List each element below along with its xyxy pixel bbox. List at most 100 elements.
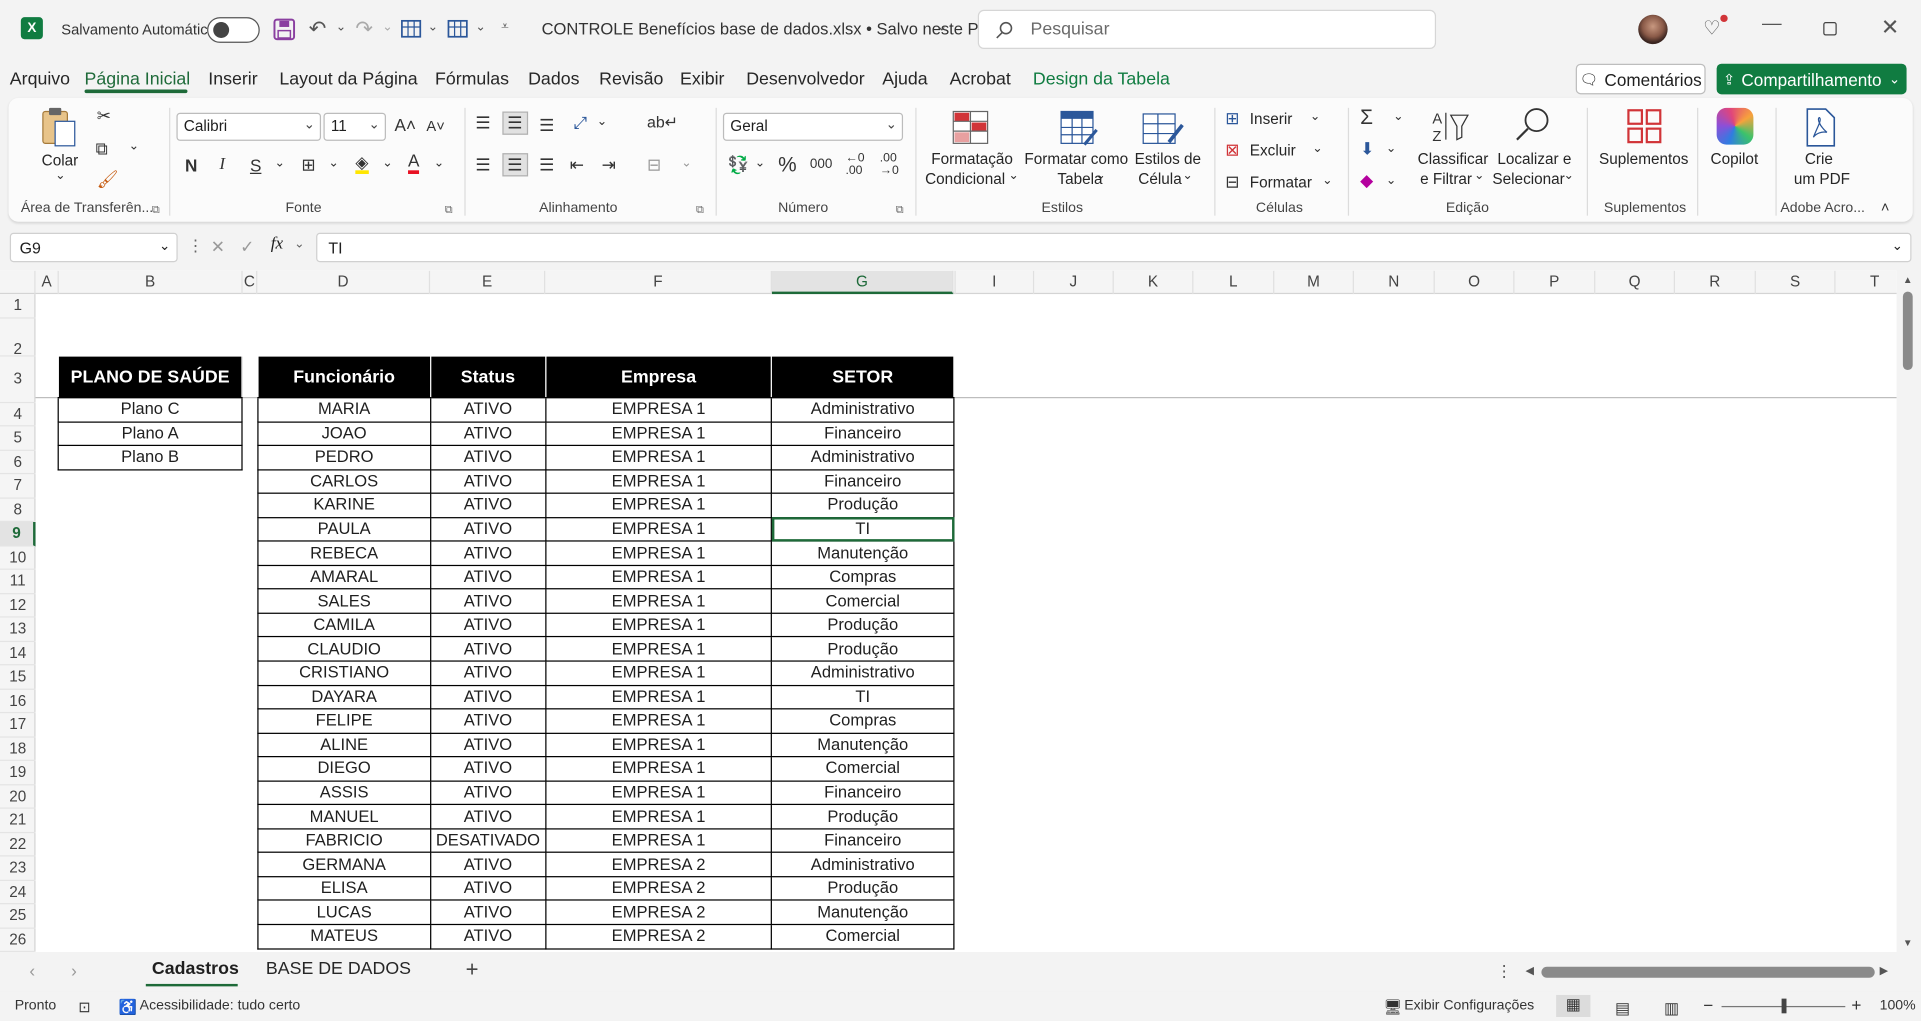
employee-company-cell[interactable]: EMPRESA 1 <box>544 828 773 854</box>
employee-company-cell[interactable]: EMPRESA 1 <box>544 612 773 638</box>
employee-status-cell[interactable]: ATIVO <box>429 516 547 542</box>
employee-status-cell[interactable]: ATIVO <box>429 899 547 926</box>
close-icon[interactable]: ✕ <box>1881 15 1899 41</box>
zoom-level[interactable]: 100% <box>1880 999 1916 1014</box>
employee-name-cell[interactable]: GERMANA <box>257 852 431 878</box>
employee-name-cell[interactable]: FELIPE <box>257 708 431 734</box>
menu-layout[interactable]: Layout da Página <box>279 70 417 90</box>
row-header[interactable]: 14 <box>0 641 36 666</box>
fill-down-chevron-icon[interactable]: ⌄ <box>1386 142 1396 155</box>
employee-company-cell[interactable]: EMPRESA 1 <box>544 588 773 614</box>
column-header-d[interactable]: D <box>257 270 431 295</box>
display-settings[interactable]: Exibir Configurações <box>1404 999 1534 1014</box>
employee-company-cell[interactable]: EMPRESA 1 <box>544 708 773 734</box>
conditional-format-icon[interactable] <box>952 110 989 144</box>
employee-company-cell[interactable]: EMPRESA 1 <box>544 492 773 518</box>
column-header-o[interactable]: O <box>1435 270 1515 295</box>
zoom-out-icon[interactable]: − <box>1703 995 1713 1015</box>
column-header-t[interactable]: T <box>1835 271 1896 294</box>
employee-sector-cell[interactable]: Manutenção <box>771 732 955 758</box>
employee-status-cell[interactable]: ATIVO <box>429 636 547 662</box>
number-format-select[interactable]: Geral ⌄ <box>722 112 904 141</box>
worksheet-grid[interactable]: A B C D E F G H I J K L M N O P Q R S T … <box>0 270 1897 953</box>
page-break-view-icon[interactable]: ▥ <box>1664 999 1679 1019</box>
format-cells-label[interactable]: Formatar <box>1250 173 1312 193</box>
format-painter-icon[interactable]: 🖌 <box>97 169 119 190</box>
row-header[interactable]: 18 <box>0 737 36 761</box>
accounting-icon[interactable]: 💱 <box>728 154 749 175</box>
lightbulb-icon[interactable]: ♡ <box>1703 16 1721 41</box>
cell-styles-label-2[interactable]: Célula <box>1138 169 1181 189</box>
create-pdf-icon[interactable] <box>1805 108 1837 147</box>
employee-sector-cell[interactable]: Manutenção <box>771 899 955 926</box>
copy-icon[interactable]: ⧉ <box>96 138 108 159</box>
row-header[interactable]: 19 <box>0 761 36 785</box>
employee-status-cell[interactable]: ATIVO <box>429 420 547 447</box>
employee-sector-cell[interactable]: TI <box>771 684 955 710</box>
fill-color-icon[interactable]: ◈ <box>355 153 369 174</box>
insert-cells-label[interactable]: Inserir <box>1250 109 1293 129</box>
employee-company-cell[interactable]: EMPRESA 2 <box>544 923 773 950</box>
table-format-quick-icon[interactable] <box>401 18 423 40</box>
employee-status-cell[interactable]: DESATIVADO <box>429 828 547 854</box>
orientation-chevron-icon[interactable]: ⌄ <box>597 115 607 128</box>
redo-icon[interactable]: ↷ <box>355 17 372 42</box>
column-header-k[interactable]: K <box>1114 270 1194 295</box>
menu-dados[interactable]: Dados <box>528 70 579 90</box>
tab-prev-icon[interactable]: ‹ <box>29 961 35 981</box>
employee-sector-cell[interactable]: Financeiro <box>771 828 955 854</box>
employee-status-cell[interactable]: ATIVO <box>429 588 547 614</box>
plan-cell[interactable]: Plano C <box>57 397 243 423</box>
employee-status-cell[interactable]: ATIVO <box>429 852 547 878</box>
align-middle-icon[interactable]: ☰ <box>502 111 528 135</box>
employee-sector-cell[interactable]: Produção <box>771 876 955 902</box>
header-setor[interactable]: SETOR <box>771 355 955 399</box>
employee-name-cell[interactable]: MATEUS <box>257 923 431 950</box>
employee-name-cell[interactable]: JOAO <box>257 420 431 447</box>
employee-status-cell[interactable]: ATIVO <box>429 684 547 710</box>
table-quick-icon-2[interactable] <box>447 18 469 40</box>
paste-chevron-icon[interactable]: ⌄ <box>55 169 65 182</box>
employee-name-cell[interactable]: ASSIS <box>257 780 431 806</box>
column-header-r[interactable]: R <box>1675 270 1756 295</box>
autosave-toggle[interactable] <box>207 17 260 43</box>
employee-status-cell[interactable]: ATIVO <box>429 756 547 782</box>
addins-label[interactable]: Suplementos <box>1599 149 1688 169</box>
employee-status-cell[interactable]: ATIVO <box>429 804 547 830</box>
paste-label[interactable]: Colar <box>42 151 79 171</box>
decrease-font-icon[interactable]: A˅ <box>426 118 444 135</box>
employee-company-cell[interactable]: EMPRESA 1 <box>544 636 773 662</box>
autosum-chevron-icon[interactable]: ⌄ <box>1393 110 1403 123</box>
plan-header[interactable]: PLANO DE SAÚDE <box>57 355 243 399</box>
employee-status-cell[interactable]: ATIVO <box>429 468 547 495</box>
employee-status-cell[interactable]: ATIVO <box>429 780 547 806</box>
row-header[interactable]: 22 <box>0 833 36 857</box>
tab-options-icon[interactable]: ⋮ <box>1496 962 1512 982</box>
employee-sector-cell[interactable]: Produção <box>771 612 955 638</box>
row-header[interactable]: 24 <box>0 880 36 905</box>
employee-company-cell[interactable]: EMPRESA 1 <box>544 780 773 806</box>
fill-chevron-icon[interactable]: ⌄ <box>382 157 392 170</box>
employee-status-cell[interactable]: ATIVO <box>429 612 547 638</box>
borders-chevron-icon[interactable]: ⌄ <box>328 157 338 170</box>
italic-button[interactable]: I <box>219 156 225 176</box>
align-left-icon[interactable]: ☰ <box>475 154 490 175</box>
delete-cells-icon[interactable]: ⊠ <box>1225 140 1239 161</box>
employee-company-cell[interactable]: EMPRESA 2 <box>544 899 773 926</box>
avatar[interactable] <box>1638 14 1668 45</box>
row-header[interactable]: 2 <box>0 318 36 357</box>
vertical-scroll-thumb[interactable] <box>1902 291 1913 371</box>
wrap-text-icon[interactable]: ab↵ <box>647 113 678 133</box>
column-header-a[interactable]: A <box>36 270 59 295</box>
thousands-icon[interactable]: 000 <box>810 157 832 172</box>
employee-company-cell[interactable]: EMPRESA 1 <box>544 804 773 830</box>
employee-status-cell[interactable]: ATIVO <box>429 540 547 566</box>
menu-acrobat[interactable]: Acrobat <box>950 70 1011 90</box>
clear-chevron-icon[interactable]: ⌄ <box>1386 174 1396 187</box>
employee-sector-cell[interactable]: Produção <box>771 804 955 830</box>
cancel-formula-icon[interactable]: ✕ <box>211 236 225 257</box>
employee-sector-cell[interactable]: Administrativo <box>771 444 955 471</box>
macro-record-icon[interactable]: ⊡ <box>78 999 90 1016</box>
minimize-icon[interactable]: — <box>1762 13 1782 35</box>
sort-filter-label-2[interactable]: e Filtrar <box>1420 169 1472 189</box>
